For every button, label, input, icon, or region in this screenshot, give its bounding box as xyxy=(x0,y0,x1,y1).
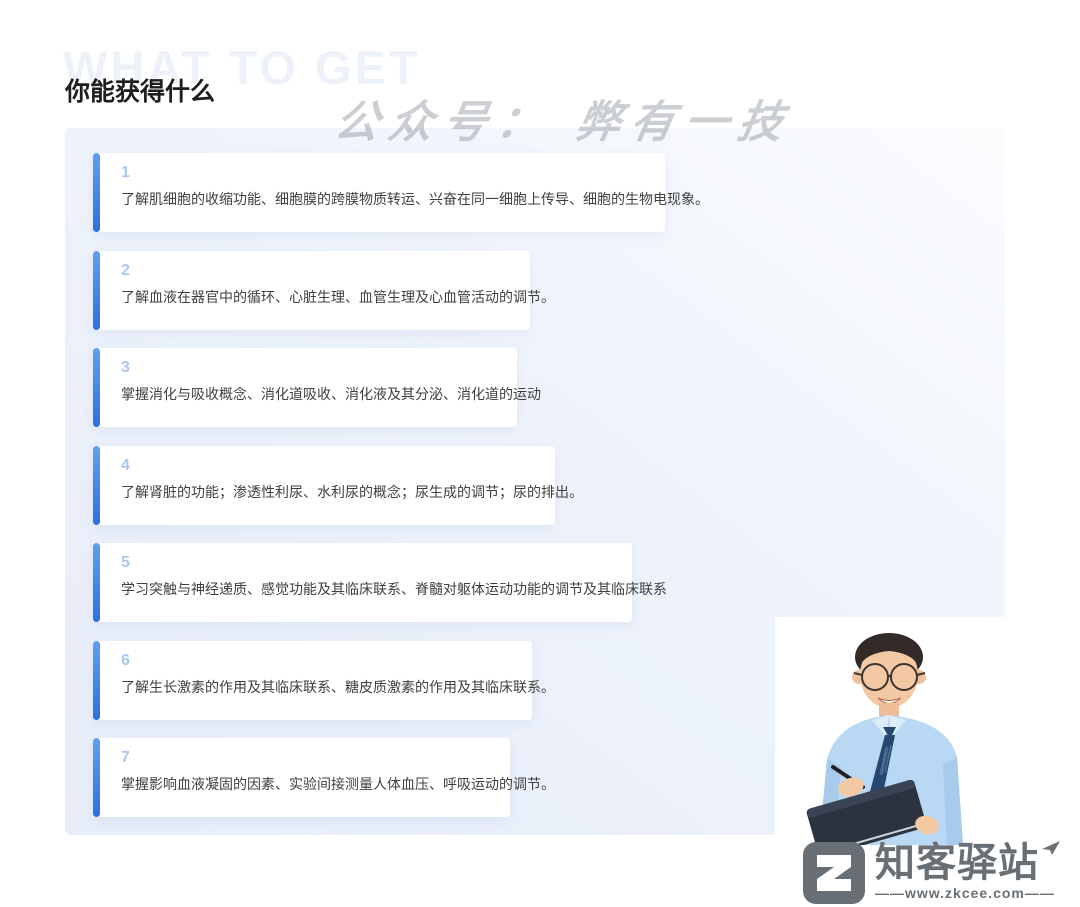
benefit-card-1: 1 了解肌细胞的收缩功能、细胞膜的跨膜物质转运、兴奋在同一细胞上传导、细胞的生物… xyxy=(93,153,665,232)
watermark-text: 公众号： 弊有一技 xyxy=(330,86,799,150)
benefit-card-4: 4 了解肾脏的功能；渗透性利尿、水利尿的概念；尿生成的调节；尿的排出。 xyxy=(93,446,555,525)
page: WHAT TO GET 你能获得什么 公众号： 弊有一技 1 了解肌细胞的收缩功… xyxy=(0,0,1080,907)
benefit-text: 掌握影响血液凝固的因素、实验间接测量人体血压、呼吸运动的调节。 xyxy=(121,774,496,794)
card-accent-bar xyxy=(93,153,100,232)
card-accent-bar xyxy=(93,738,100,817)
benefit-card-2: 2 了解血液在器官中的循环、心脏生理、血管生理及心血管活动的调节。 xyxy=(93,251,530,330)
benefit-number: 3 xyxy=(121,359,130,377)
z-logo-icon xyxy=(803,842,865,904)
benefit-text: 了解血液在器官中的循环、心脏生理、血管生理及心血管活动的调节。 xyxy=(121,287,516,307)
benefit-text: 学习突触与神经递质、感觉功能及其临床联系、脊髓对躯体运动功能的调节及其临床联系 xyxy=(121,579,618,599)
benefit-number: 5 xyxy=(121,554,130,572)
logo-name: 知客驿站 xyxy=(875,842,1039,884)
benefit-number: 2 xyxy=(121,262,130,280)
paper-plane-icon xyxy=(1041,840,1061,860)
benefit-card-7: 7 掌握影响血液凝固的因素、实验间接测量人体血压、呼吸运动的调节。 xyxy=(93,738,510,817)
card-accent-bar xyxy=(93,348,100,427)
benefit-card-5: 5 学习突触与神经递质、感觉功能及其临床联系、脊髓对躯体运动功能的调节及其临床联… xyxy=(93,543,632,622)
logo-url: ——www.zkcee.com—— xyxy=(875,885,1061,901)
page-title: 你能获得什么 xyxy=(65,72,215,108)
benefit-text: 掌握消化与吸收概念、消化道吸收、消化液及其分泌、消化道的运动 xyxy=(121,384,503,404)
benefit-number: 7 xyxy=(121,749,130,767)
card-accent-bar xyxy=(93,446,100,525)
instructor-photo xyxy=(775,617,1007,845)
card-accent-bar xyxy=(93,543,100,622)
benefit-text: 了解肾脏的功能；渗透性利尿、水利尿的概念；尿生成的调节；尿的排出。 xyxy=(121,482,541,502)
benefit-number: 1 xyxy=(121,164,130,182)
benefit-number: 4 xyxy=(121,457,130,475)
card-accent-bar xyxy=(93,251,100,330)
benefit-number: 6 xyxy=(121,652,130,670)
benefit-text: 了解生长激素的作用及其临床联系、糖皮质激素的作用及其临床联系。 xyxy=(121,677,518,697)
benefit-card-6: 6 了解生长激素的作用及其临床联系、糖皮质激素的作用及其临床联系。 xyxy=(93,641,532,720)
card-accent-bar xyxy=(93,641,100,720)
benefit-text: 了解肌细胞的收缩功能、细胞膜的跨膜物质转运、兴奋在同一细胞上传导、细胞的生物电现… xyxy=(121,189,651,209)
instructor-illustration xyxy=(775,617,1007,845)
benefits-panel: 1 了解肌细胞的收缩功能、细胞膜的跨膜物质转运、兴奋在同一细胞上传导、细胞的生物… xyxy=(65,128,1005,835)
site-logo: 知客驿站 ——www.zkcee.com—— xyxy=(803,842,1061,906)
benefit-card-3: 3 掌握消化与吸收概念、消化道吸收、消化液及其分泌、消化道的运动 xyxy=(93,348,517,427)
